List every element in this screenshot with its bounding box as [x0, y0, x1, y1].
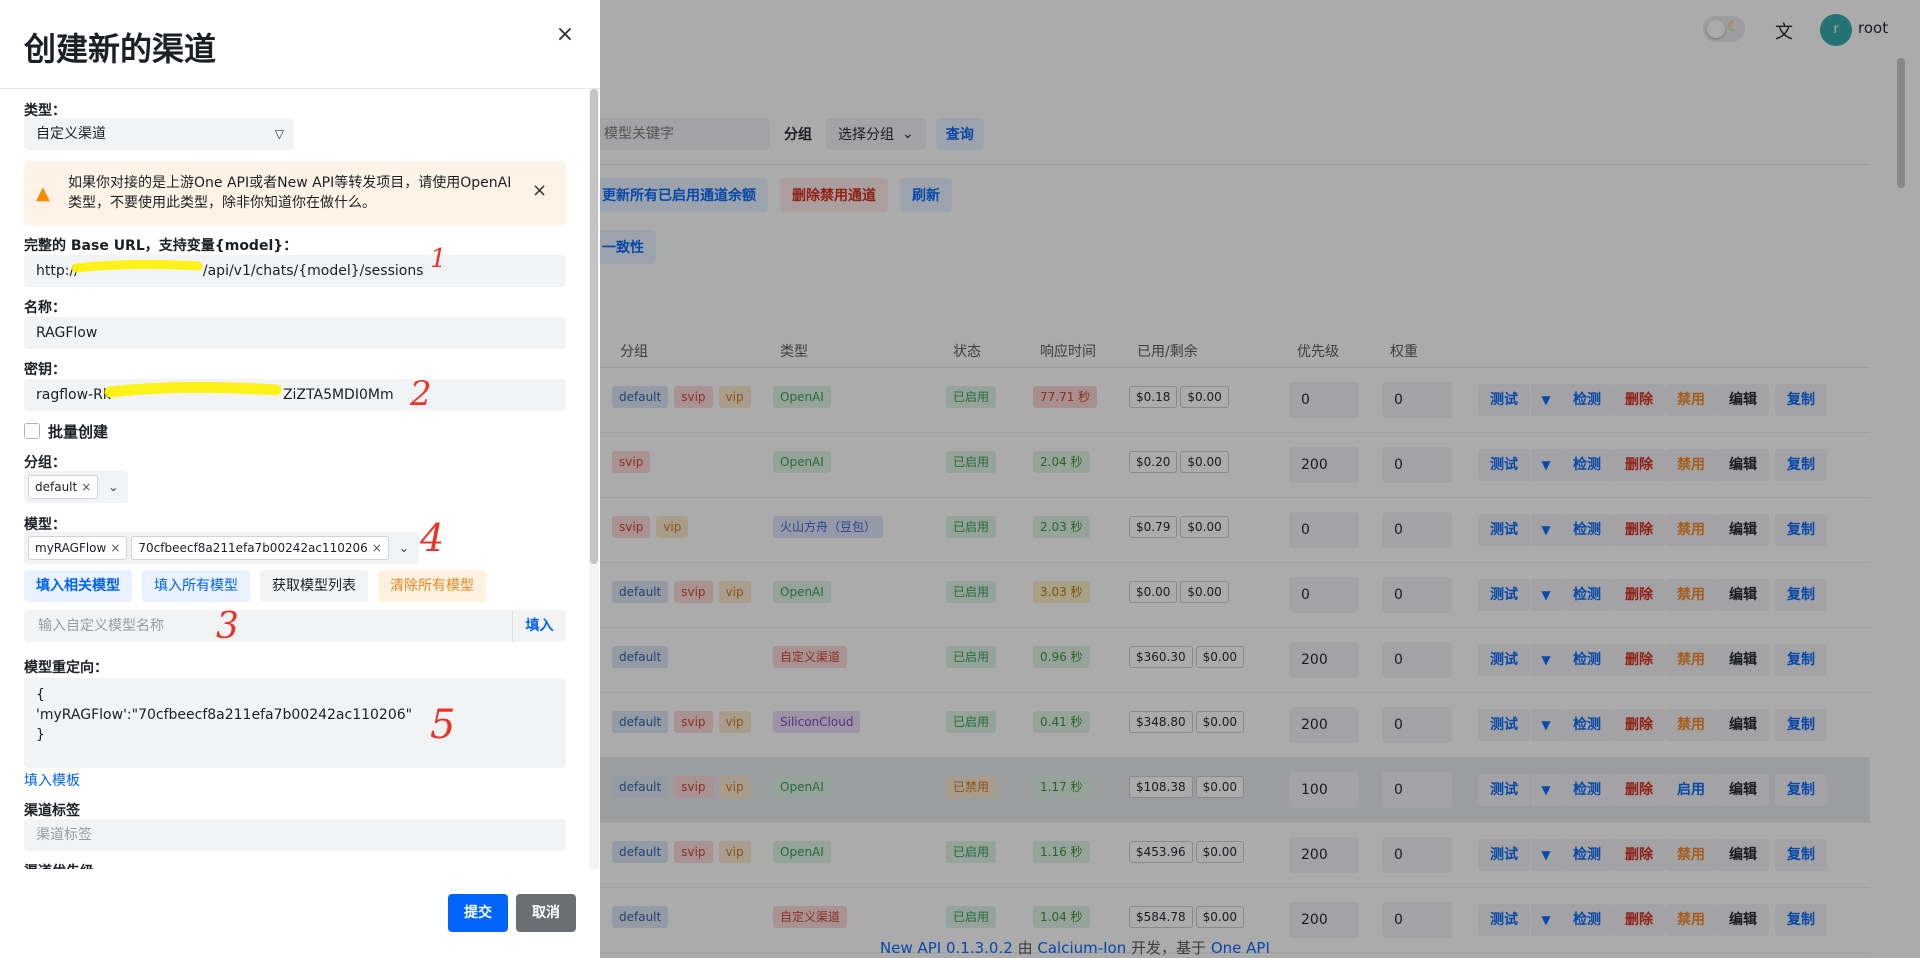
cancel-button[interactable]: 取消	[516, 894, 576, 932]
app-root: ☾ 文 r root 分组 选择分组 ⌄ 查询 更新所有已启用通道余额 删除禁用…	[0, 0, 1920, 958]
group-select[interactable]: default × ⌄	[24, 471, 129, 503]
annotation-number: 4	[420, 516, 445, 560]
scrollbar-thumb[interactable]	[590, 89, 598, 564]
close-icon[interactable]: ×	[372, 541, 382, 555]
submit-button[interactable]: 提交	[448, 894, 508, 932]
key-prefix: ragflow-Rk	[36, 387, 111, 403]
model-buttons: 填入相关模型 填入所有模型 获取模型列表 清除所有模型	[24, 570, 486, 602]
custom-model-input[interactable]: 输入自定义模型名称	[24, 610, 512, 642]
sheet-footer: 提交 取消	[0, 869, 600, 958]
close-icon[interactable]: ×	[110, 541, 120, 555]
channel-type-value: 自定义渠道	[36, 126, 106, 142]
warning-banner: ▲ 如果你对接的是上游One API或者New API等转发项目，请使用Open…	[24, 161, 566, 225]
name-label: 名称：	[24, 300, 66, 316]
close-icon[interactable]: ×	[81, 480, 91, 494]
mapping-line: {	[36, 687, 45, 703]
chevron-down-icon: ⌄	[398, 541, 409, 555]
warning-icon: ▲	[36, 183, 50, 204]
sheet-scrollbar[interactable]	[589, 89, 599, 869]
base-url-label: 完整的 Base URL，支持变量{model}：	[24, 238, 298, 254]
mapping-line: 'myRAGFlow':"70cfbeecf8a211efa7b00242ac1…	[36, 707, 413, 723]
model-chip: 70cfbeecf8a211efa7b00242ac110206 ×	[131, 536, 389, 560]
sheet-title: 创建新的渠道	[24, 30, 217, 68]
name-input[interactable]: RAGFlow	[24, 317, 566, 349]
type-label: 类型：	[24, 103, 66, 119]
batch-create-label[interactable]: 批量创建	[48, 421, 108, 442]
close-icon[interactable]: ×	[532, 181, 552, 201]
channel-tag-label: 渠道标签	[24, 803, 80, 819]
model-mapping-label: 模型重定向：	[24, 660, 108, 676]
key-suffix: ZiZTA5MDI0Mm	[282, 387, 394, 403]
model-select[interactable]: myRAGFlow × 70cfbeecf8a211efa7b00242ac110…	[24, 532, 419, 564]
base-url-suffix: /api/v1/chats/{model}/sessions	[202, 263, 424, 279]
close-icon[interactable]: ×	[554, 24, 576, 46]
group-chip: default ×	[28, 475, 99, 499]
group-label: 分组：	[24, 455, 66, 471]
divider	[0, 88, 600, 89]
clear-models-button[interactable]: 清除所有模型	[378, 570, 486, 602]
chevron-down-icon: ⌄	[108, 480, 119, 494]
fetch-models-button[interactable]: 获取模型列表	[260, 570, 368, 602]
custom-model-fill-button[interactable]: 填入	[512, 610, 566, 642]
channel-tag-input[interactable]: 渠道标签	[24, 819, 566, 851]
warning-text: 如果你对接的是上游One API或者New API等转发项目，请使用OpenAI…	[68, 175, 512, 211]
create-channel-sheet: 创建新的渠道 × 类型： 自定义渠道 ▽ ▲ 如果你对接的是上游One API或…	[0, 0, 600, 958]
mapping-line: }	[36, 727, 45, 743]
model-chip: myRAGFlow ×	[28, 536, 128, 560]
fill-all-models-button[interactable]: 填入所有模型	[142, 570, 250, 602]
fill-related-models-button[interactable]: 填入相关模型	[24, 570, 132, 602]
model-chip-label: 70cfbeecf8a211efa7b00242ac110206	[138, 541, 368, 555]
model-chip-label: myRAGFlow	[35, 541, 107, 555]
base-url-prefix: http://	[36, 263, 79, 279]
batch-create-checkbox[interactable]	[24, 423, 40, 439]
channel-type-select[interactable]: 自定义渠道 ▽	[24, 118, 294, 150]
chevron-down-icon: ▽	[274, 127, 284, 141]
key-label: 密钥：	[24, 362, 66, 378]
fill-template-link[interactable]: 填入模板	[24, 770, 80, 790]
group-chip-label: default	[35, 480, 78, 494]
key-input[interactable]: ragflow-Rk ZiZTA5MDI0Mm	[24, 379, 566, 411]
model-mapping-textarea[interactable]: { 'myRAGFlow':"70cfbeecf8a211efa7b00242a…	[24, 678, 566, 768]
base-url-input[interactable]: http:// /api/v1/chats/{model}/sessions	[24, 255, 566, 287]
model-label: 模型：	[24, 517, 66, 533]
